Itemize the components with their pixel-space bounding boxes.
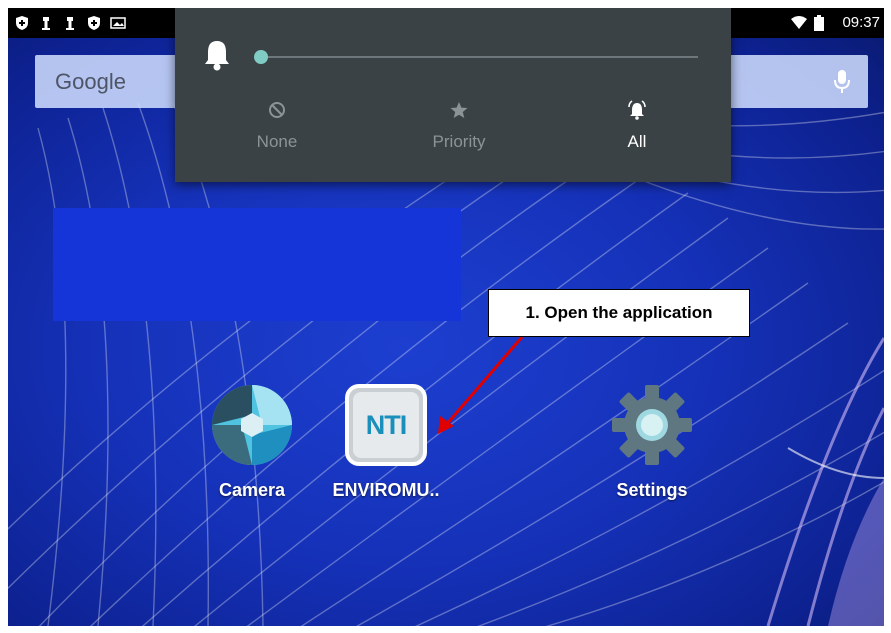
status-time: 09:37 [842, 14, 880, 31]
none-icon [269, 102, 285, 118]
star-icon [450, 102, 468, 118]
settings-app-icon[interactable] [607, 380, 697, 470]
shield-icon [16, 16, 28, 30]
settings-app[interactable]: Settings [592, 380, 712, 501]
mic-icon[interactable] [832, 68, 852, 96]
mode-none-label: None [256, 132, 298, 151]
enviromu-app-label: ENVIROMU.. [332, 480, 440, 500]
nti-logo-text: NTI [365, 410, 408, 440]
wifi-icon [791, 16, 807, 29]
settings-app-label: Settings [616, 480, 688, 500]
volume-slider-thumb[interactable] [254, 50, 268, 64]
usb-icon [42, 17, 50, 30]
annotation-callout: 1. Open the application [488, 289, 750, 337]
enviromu-app[interactable]: NTI ENVIROMU.. [326, 380, 446, 501]
google-logo: Google [55, 69, 126, 94]
volume-panel: None Priority All [175, 8, 731, 182]
mode-priority-button[interactable]: Priority [404, 100, 514, 170]
camera-app-label: Camera [218, 480, 286, 500]
bell-icon[interactable] [203, 38, 231, 72]
usb-icon [66, 17, 74, 30]
battery-icon [814, 15, 824, 31]
mode-all-button[interactable]: All [582, 100, 692, 170]
home-screen: 09:37 Google Camera NTI ENVIROMU.. Setti… [8, 8, 884, 626]
camera-app-icon[interactable] [207, 380, 297, 470]
image-icon [110, 17, 126, 29]
mode-none-button[interactable]: None [222, 100, 332, 170]
mode-all-label: All [627, 132, 647, 151]
camera-app[interactable]: Camera [192, 380, 312, 501]
annotation-text: 1. Open the application [525, 303, 713, 322]
volume-slider-track[interactable] [261, 56, 698, 58]
bell-ring-icon [628, 100, 646, 120]
shield-icon [88, 16, 100, 30]
mode-priority-label: Priority [432, 132, 486, 151]
widget-placeholder [53, 208, 461, 321]
